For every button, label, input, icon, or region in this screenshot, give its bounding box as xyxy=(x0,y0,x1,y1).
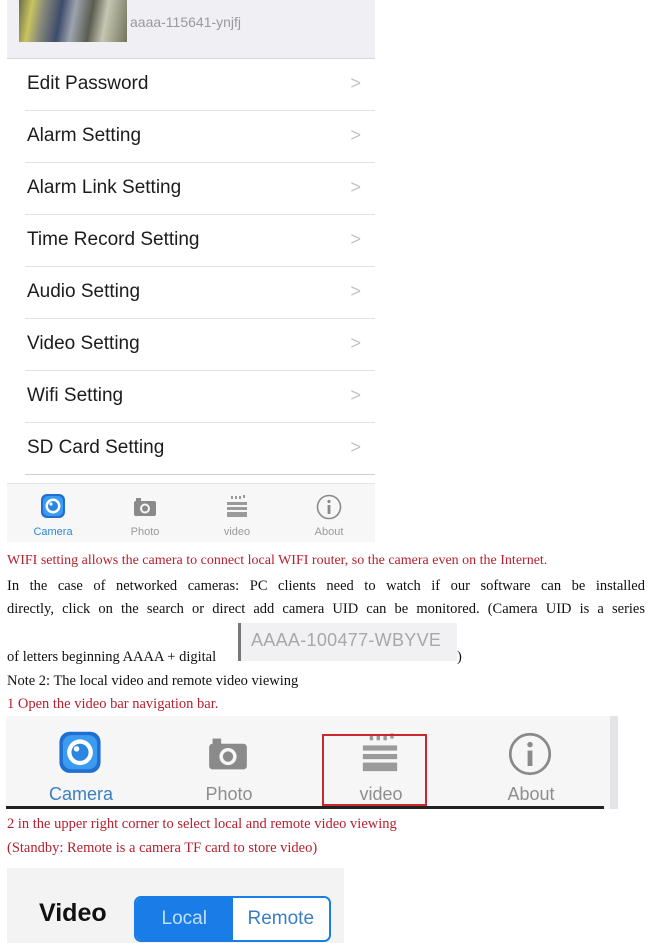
settings-list: Edit Password > Alarm Setting > Alarm Link… xyxy=(7,59,375,475)
settings-item-label: Alarm Setting xyxy=(27,125,142,146)
step-1: 1 Open the video bar navigation bar. xyxy=(7,696,219,712)
segment-remote[interactable]: Remote xyxy=(232,898,329,940)
camera-app-icon xyxy=(41,494,65,518)
closing-paren: ) xyxy=(457,649,462,665)
wifi-paragraph: WIFI setting allows the camera to connec… xyxy=(7,553,548,568)
tab-label: About xyxy=(314,526,344,538)
tab-photo[interactable]: Photo xyxy=(99,484,191,542)
clapperboard-icon xyxy=(227,495,247,517)
device-uid: aaaa-115641-ynjfj xyxy=(130,14,242,30)
tabbar-screenshot: Camera Photo video About xyxy=(6,716,618,809)
tab-label: Camera xyxy=(33,526,73,538)
video-header-screenshot: Video Local Remote xyxy=(7,868,344,943)
local-remote-segmented-control: Local Remote xyxy=(134,896,331,942)
settings-item-alarm-link[interactable]: Alarm Link Setting > xyxy=(25,163,375,215)
settings-screenshot: aaaa-115641-ynjfj Edit Password > Alarm S… xyxy=(7,0,375,542)
uid-example-text: AAAA-100477-WBYVE xyxy=(251,630,442,650)
settings-item-label: Edit Password xyxy=(27,73,149,94)
tab-video[interactable]: video xyxy=(191,484,283,542)
tab-camera[interactable]: Camera xyxy=(6,716,156,806)
settings-item-audio[interactable]: Audio Setting > xyxy=(25,267,375,319)
divider xyxy=(6,806,604,809)
info-icon xyxy=(316,494,342,520)
standby-note: (Standby: Remote is a camera TF card to … xyxy=(7,840,318,856)
paragraph-line: of letters beginning AAAA + digital xyxy=(7,649,217,665)
settings-item-label: Wifi Setting xyxy=(27,385,124,406)
settings-item-alarm[interactable]: Alarm Setting > xyxy=(25,111,375,163)
device-header: aaaa-115641-ynjfj xyxy=(7,0,375,59)
settings-item-edit-password[interactable]: Edit Password > xyxy=(25,59,375,111)
tab-bar: Camera Photo video About xyxy=(7,483,375,542)
paragraph-line: In the case of networked cameras: PC cli… xyxy=(7,578,645,594)
uid-example-image: AAAA-100477-WBYVE xyxy=(238,623,457,661)
settings-item-wifi[interactable]: Wifi Setting > xyxy=(25,371,375,423)
chevron-right-icon: > xyxy=(350,73,361,93)
video-title: Video xyxy=(39,899,107,927)
settings-item-label: SD Card Setting xyxy=(27,437,165,458)
chevron-right-icon: > xyxy=(350,177,361,197)
tab-label: Photo xyxy=(205,784,253,804)
tab-label: video xyxy=(223,526,251,538)
settings-item-sd-card[interactable]: SD Card Setting > xyxy=(25,423,375,475)
tab-about[interactable]: About xyxy=(283,484,375,542)
tab-about[interactable]: About xyxy=(456,716,606,806)
settings-item-label: Video Setting xyxy=(27,333,140,354)
chevron-right-icon: > xyxy=(350,385,361,405)
tab-photo[interactable]: Photo xyxy=(154,716,304,806)
chevron-right-icon: > xyxy=(350,229,361,249)
step-2: 2 in the upper right corner to select lo… xyxy=(7,816,397,832)
settings-item-label: Time Record Setting xyxy=(27,229,200,250)
chevron-right-icon: > xyxy=(350,333,361,353)
note-2: Note 2: The local video and remote video… xyxy=(7,673,299,689)
info-icon xyxy=(508,732,552,776)
camera-thumbnail[interactable] xyxy=(19,0,127,42)
settings-item-video[interactable]: Video Setting > xyxy=(25,319,375,371)
tab-label: About xyxy=(507,784,555,804)
chevron-right-icon: > xyxy=(350,125,361,145)
photo-camera-icon xyxy=(134,498,156,516)
camera-app-icon xyxy=(59,731,101,773)
tab-label: Photo xyxy=(130,526,160,538)
segment-local[interactable]: Local xyxy=(136,898,233,940)
tab-label: Camera xyxy=(48,784,114,804)
video-tab-highlight-box xyxy=(322,734,427,806)
settings-item-label: Audio Setting xyxy=(27,281,141,302)
chevron-right-icon: > xyxy=(350,281,361,301)
settings-item-time-record[interactable]: Time Record Setting > xyxy=(25,215,375,267)
settings-item-label: Alarm Link Setting xyxy=(27,177,182,198)
tab-camera[interactable]: Camera xyxy=(7,484,99,542)
chevron-right-icon: > xyxy=(350,437,361,457)
photo-camera-icon xyxy=(209,738,247,770)
paragraph-line: directly, click on the search or direct … xyxy=(7,601,645,617)
